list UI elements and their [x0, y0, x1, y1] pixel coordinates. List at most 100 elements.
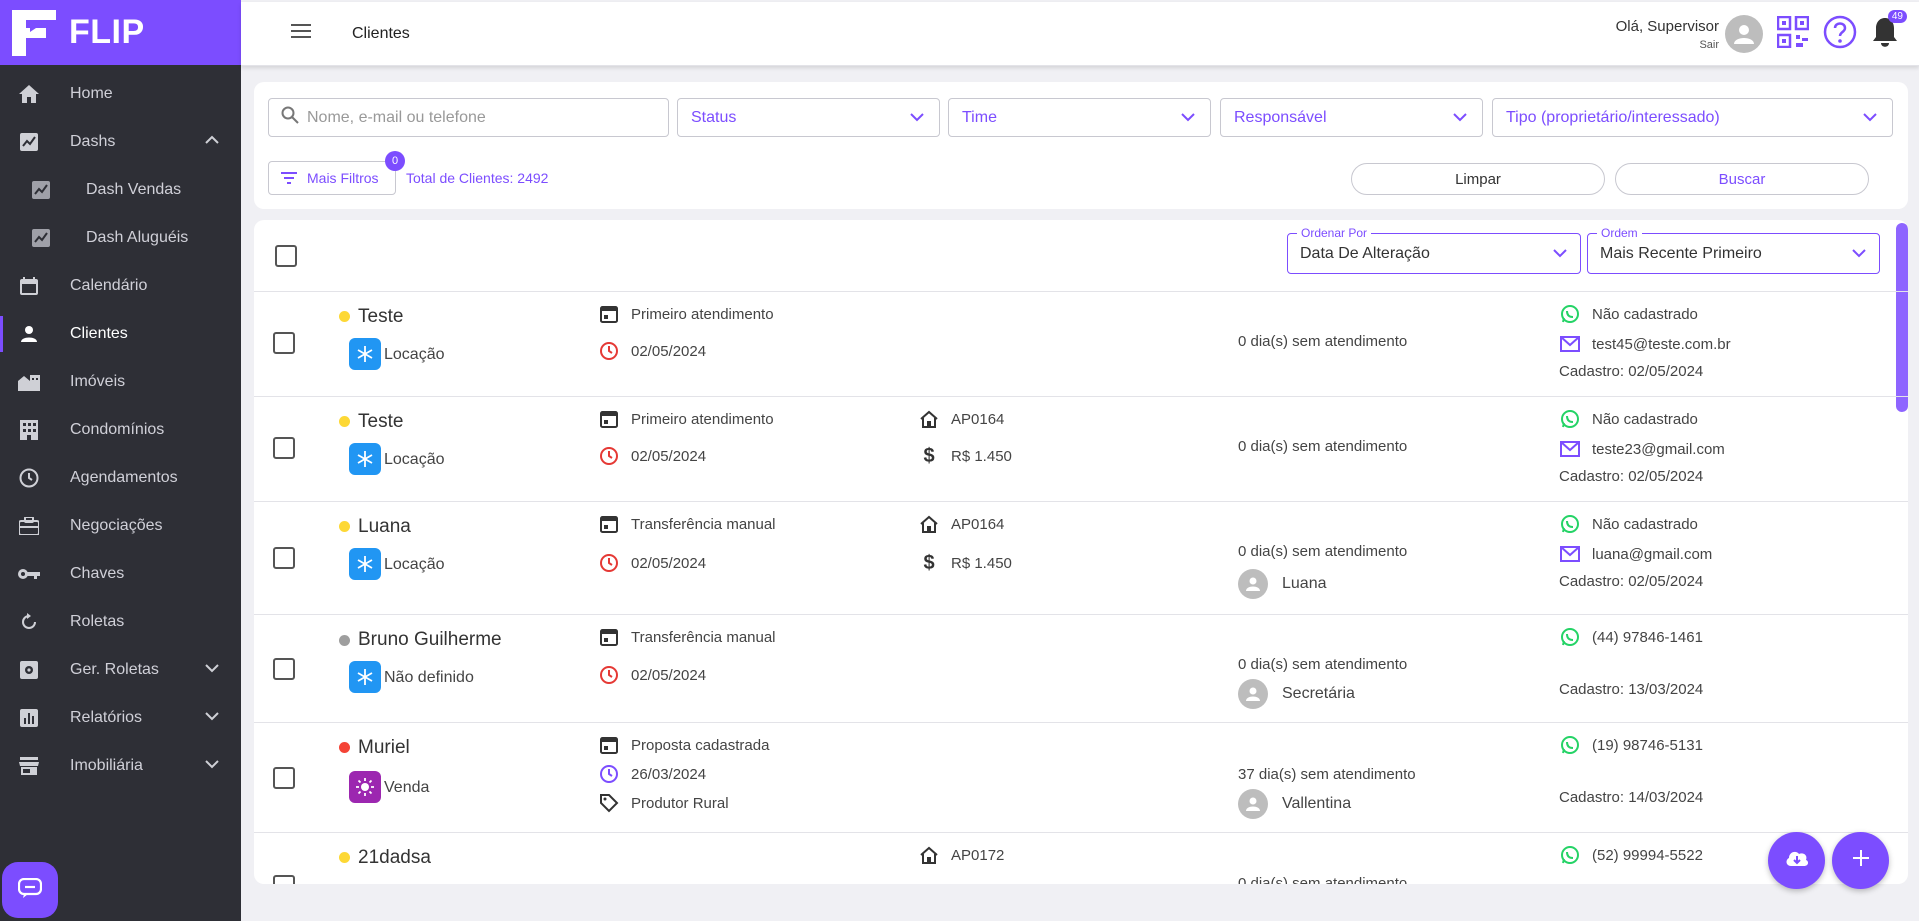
property-price-label: R$ 1.450 [951, 554, 1012, 572]
list-header: Ordenar Por Data De Alteração Ordem Mais… [254, 220, 1908, 292]
sidebar-item-label: Clientes [70, 325, 128, 342]
row-checkbox[interactable] [273, 767, 295, 789]
avatar [1238, 679, 1268, 709]
more-filters-button[interactable]: Mais Filtros 0 [268, 151, 405, 195]
avatar-person-icon [1734, 25, 1754, 44]
chat-button[interactable] [2, 862, 58, 918]
house-icon [919, 409, 939, 429]
table-row[interactable]: Teste Locação Primeiro atendimento 02/05… [254, 292, 1908, 397]
sidebar-item-label: Imobiliária [70, 757, 143, 774]
table-row[interactable]: Luana Locação Transferência manual 02/05… [254, 502, 1908, 615]
order-by-label: Ordenar Por [1297, 226, 1372, 240]
order-by-select[interactable]: Ordenar Por Data De Alteração [1287, 226, 1581, 274]
client-type: Não definido [384, 669, 474, 686]
property-code-label: AP0172 [951, 846, 1005, 864]
sidebar-item-condominios[interactable]: Condomínios [0, 406, 241, 454]
property-code-label: AP0164 [951, 515, 1005, 533]
sidebar-item-negociacoes[interactable]: Negociações [0, 502, 241, 550]
email-icon [1560, 544, 1580, 564]
row-checkbox[interactable] [273, 658, 295, 680]
clock-icon [599, 341, 619, 361]
table-row[interactable]: Teste Locação Primeiro atendimento 02/05… [254, 397, 1908, 502]
snowflake-icon [349, 661, 381, 693]
property-code[interactable]: AP0164 [919, 514, 1004, 534]
search-placeholder: Nome, e-mail ou telefone [307, 108, 486, 126]
email-icon [1560, 334, 1580, 354]
sidebar-item-dash-alugueis[interactable]: Dash Aluguéis [0, 214, 241, 262]
search-input[interactable]: Nome, e-mail ou telefone [268, 98, 669, 137]
chart-icon [30, 227, 52, 249]
select-all-checkbox[interactable] [275, 245, 297, 267]
sidebar-item-dashs[interactable]: Dashs [0, 118, 241, 166]
sidebar-item-relatorios[interactable]: Relatórios [0, 694, 241, 742]
whatsapp-icon [1560, 409, 1580, 429]
sidebar-item-ger-roletas[interactable]: Ger. Roletas [0, 646, 241, 694]
bell-icon [1871, 17, 1899, 52]
client-name[interactable]: Luana [358, 516, 411, 538]
house-icon [919, 845, 939, 865]
client-name[interactable]: Muriel [358, 737, 410, 759]
row-checkbox[interactable] [273, 875, 295, 884]
avatar [1238, 789, 1268, 819]
agent: Vallentina [1238, 789, 1351, 819]
table-row[interactable]: Bruno Guilherme Não definido Transferênc… [254, 615, 1908, 723]
cloud-download-icon [1784, 848, 1810, 873]
search-icon [281, 106, 299, 129]
download-button[interactable] [1768, 832, 1825, 889]
menu-button[interactable] [289, 22, 313, 46]
sidebar-item-imobiliaria[interactable]: Imobiliária [0, 742, 241, 790]
table-row[interactable]: 21dadsa AP0172 0 dia(s) sem atendimento … [254, 833, 1908, 884]
help-button[interactable] [1823, 15, 1857, 54]
sidebar-item-home[interactable]: Home [0, 70, 241, 118]
clock-icon [599, 665, 619, 685]
phone-label: (19) 98746-5131 [1592, 736, 1703, 754]
chevron-down-icon [1452, 109, 1468, 130]
days-without-service: 0 dia(s) sem atendimento [1238, 543, 1408, 560]
add-client-button[interactable] [1832, 832, 1889, 889]
time-select[interactable]: Time [948, 98, 1211, 137]
phone-label: Não cadastrado [1592, 305, 1698, 323]
order-select[interactable]: Ordem Mais Recente Primeiro [1587, 226, 1880, 274]
sidebar-item-clientes[interactable]: Clientes [0, 310, 241, 358]
property-code[interactable]: AP0164 [919, 409, 1004, 429]
sidebar-item-roletas[interactable]: Roletas [0, 598, 241, 646]
brand[interactable]: FLIP [0, 0, 241, 65]
chevron-down-icon [1851, 245, 1867, 266]
sidebar-item-calendario[interactable]: Calendário [0, 262, 241, 310]
sidebar-item-dash-vendas[interactable]: Dash Vendas [0, 166, 241, 214]
avatar [1238, 569, 1268, 599]
client-name[interactable]: Bruno Guilherme [358, 629, 502, 651]
last-event: Proposta cadastrada [599, 735, 769, 755]
calendar-icon [599, 735, 619, 755]
whatsapp-icon [1560, 735, 1580, 755]
tipo-select[interactable]: Tipo (proprietário/interessado) [1492, 98, 1893, 137]
sidebar-item-label: Relatórios [70, 709, 143, 726]
client-name[interactable]: Teste [358, 411, 403, 433]
avatar[interactable] [1725, 15, 1763, 53]
sidebar-item-chaves[interactable]: Chaves [0, 550, 241, 598]
row-checkbox[interactable] [273, 547, 295, 569]
event-date: 02/05/2024 [599, 665, 706, 685]
client-name[interactable]: 21dadsa [358, 847, 431, 869]
qr-code-button[interactable] [1776, 15, 1810, 53]
clock-icon [599, 764, 619, 784]
client-name[interactable]: Teste [358, 306, 403, 328]
search-button[interactable]: Buscar [1615, 163, 1869, 195]
clear-button[interactable]: Limpar [1351, 163, 1605, 195]
table-row[interactable]: Muriel Venda Proposta cadastrada 26/03/2… [254, 723, 1908, 833]
row-checkbox[interactable] [273, 437, 295, 459]
logout-link[interactable]: Sair [1616, 39, 1719, 51]
sidebar-item-imoveis[interactable]: Imóveis [0, 358, 241, 406]
sidebar-item-agendamentos[interactable]: Agendamentos [0, 454, 241, 502]
event-date-label: 02/05/2024 [631, 447, 707, 465]
row-checkbox[interactable] [273, 332, 295, 354]
property-code[interactable]: AP0172 [919, 845, 1004, 865]
notifications-button[interactable]: 49 [1871, 9, 1907, 53]
status-select[interactable]: Status [677, 98, 940, 137]
sidebar-item-label: Calendário [70, 277, 148, 294]
sidebar-item-label: Ger. Roletas [70, 661, 159, 678]
responsavel-select[interactable]: Responsável [1220, 98, 1483, 137]
agent: Luana [1238, 569, 1327, 599]
clients-list: Ordenar Por Data De Alteração Ordem Mais… [254, 220, 1908, 884]
chevron-down-icon [909, 109, 925, 130]
